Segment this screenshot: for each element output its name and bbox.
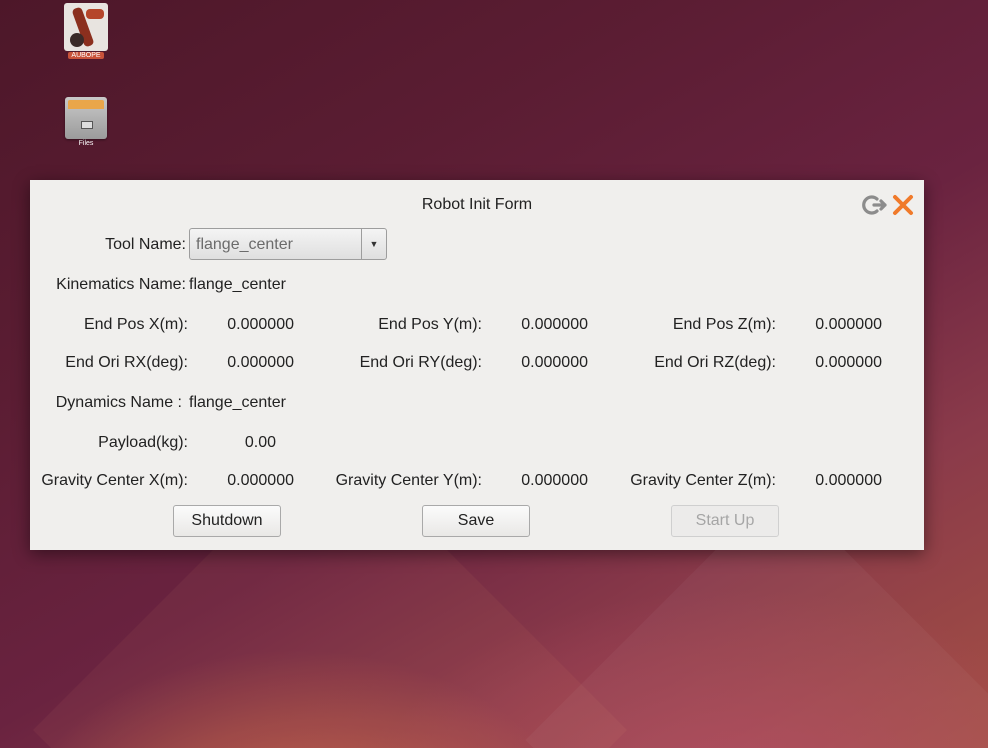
end-pos-y-label: End Pos Y(m): — [378, 316, 482, 333]
end-ori-rx-label: End Ori RX(deg): — [65, 354, 188, 371]
end-pos-z-value: 0.000000 — [815, 316, 882, 333]
tool-name-label: Tool Name: — [105, 236, 186, 253]
close-icon[interactable] — [890, 192, 918, 218]
tool-name-value: flange_center — [196, 236, 293, 253]
payload-label: Payload(kg): — [98, 434, 188, 451]
kinematics-name-value: flange_center — [189, 276, 286, 293]
end-pos-x-value: 0.000000 — [227, 316, 294, 333]
start-up-button[interactable]: Start Up — [671, 505, 779, 537]
gravity-center-z-label: Gravity Center Z(m): — [630, 472, 776, 489]
gravity-center-y-label: Gravity Center Y(m): — [335, 472, 482, 489]
dialog-title: Robot Init Form — [421, 196, 533, 213]
tool-name-select[interactable]: flange_center ▼ — [189, 228, 387, 260]
desktop-icon-label: AUBOPE — [68, 52, 104, 59]
kinematics-name-label: Kinematics Name: — [56, 276, 186, 293]
save-button[interactable]: Save — [422, 505, 530, 537]
end-ori-ry-label: End Ori RY(deg): — [359, 354, 482, 371]
restart-icon[interactable] — [860, 192, 888, 218]
gravity-center-y-value: 0.000000 — [521, 472, 588, 489]
end-pos-x-label: End Pos X(m): — [83, 316, 188, 333]
dynamics-name-value: flange_center — [189, 394, 286, 411]
gravity-center-x-value: 0.000000 — [227, 472, 294, 489]
desktop-icon-aubope[interactable]: AUBOPE — [56, 3, 116, 59]
desktop: AUBOPE Files Robot Init Form Tool Name: — [0, 0, 988, 748]
end-pos-z-label: End Pos Z(m): — [672, 316, 776, 333]
dynamics-name-label: Dynamics Name : — [55, 394, 182, 411]
desktop-icon-files[interactable]: Files — [56, 97, 116, 147]
chevron-down-icon[interactable]: ▼ — [361, 229, 386, 259]
end-ori-rz-label: End Ori RZ(deg): — [654, 354, 776, 371]
robot-init-dialog: Robot Init Form Tool Name: flange_center… — [30, 180, 924, 550]
end-ori-rx-value: 0.000000 — [227, 354, 294, 371]
end-pos-y-value: 0.000000 — [521, 316, 588, 333]
file-cabinet-icon — [65, 97, 107, 139]
end-ori-rz-value: 0.000000 — [815, 354, 882, 371]
aubope-robot-icon — [64, 3, 108, 51]
payload-value: 0.00 — [244, 434, 276, 451]
shutdown-button[interactable]: Shutdown — [173, 505, 281, 537]
end-ori-ry-value: 0.000000 — [521, 354, 588, 371]
gravity-center-z-value: 0.000000 — [815, 472, 882, 489]
desktop-icon-label: Files — [78, 140, 94, 147]
gravity-center-x-label: Gravity Center X(m): — [41, 472, 188, 489]
window-controls — [860, 192, 918, 218]
